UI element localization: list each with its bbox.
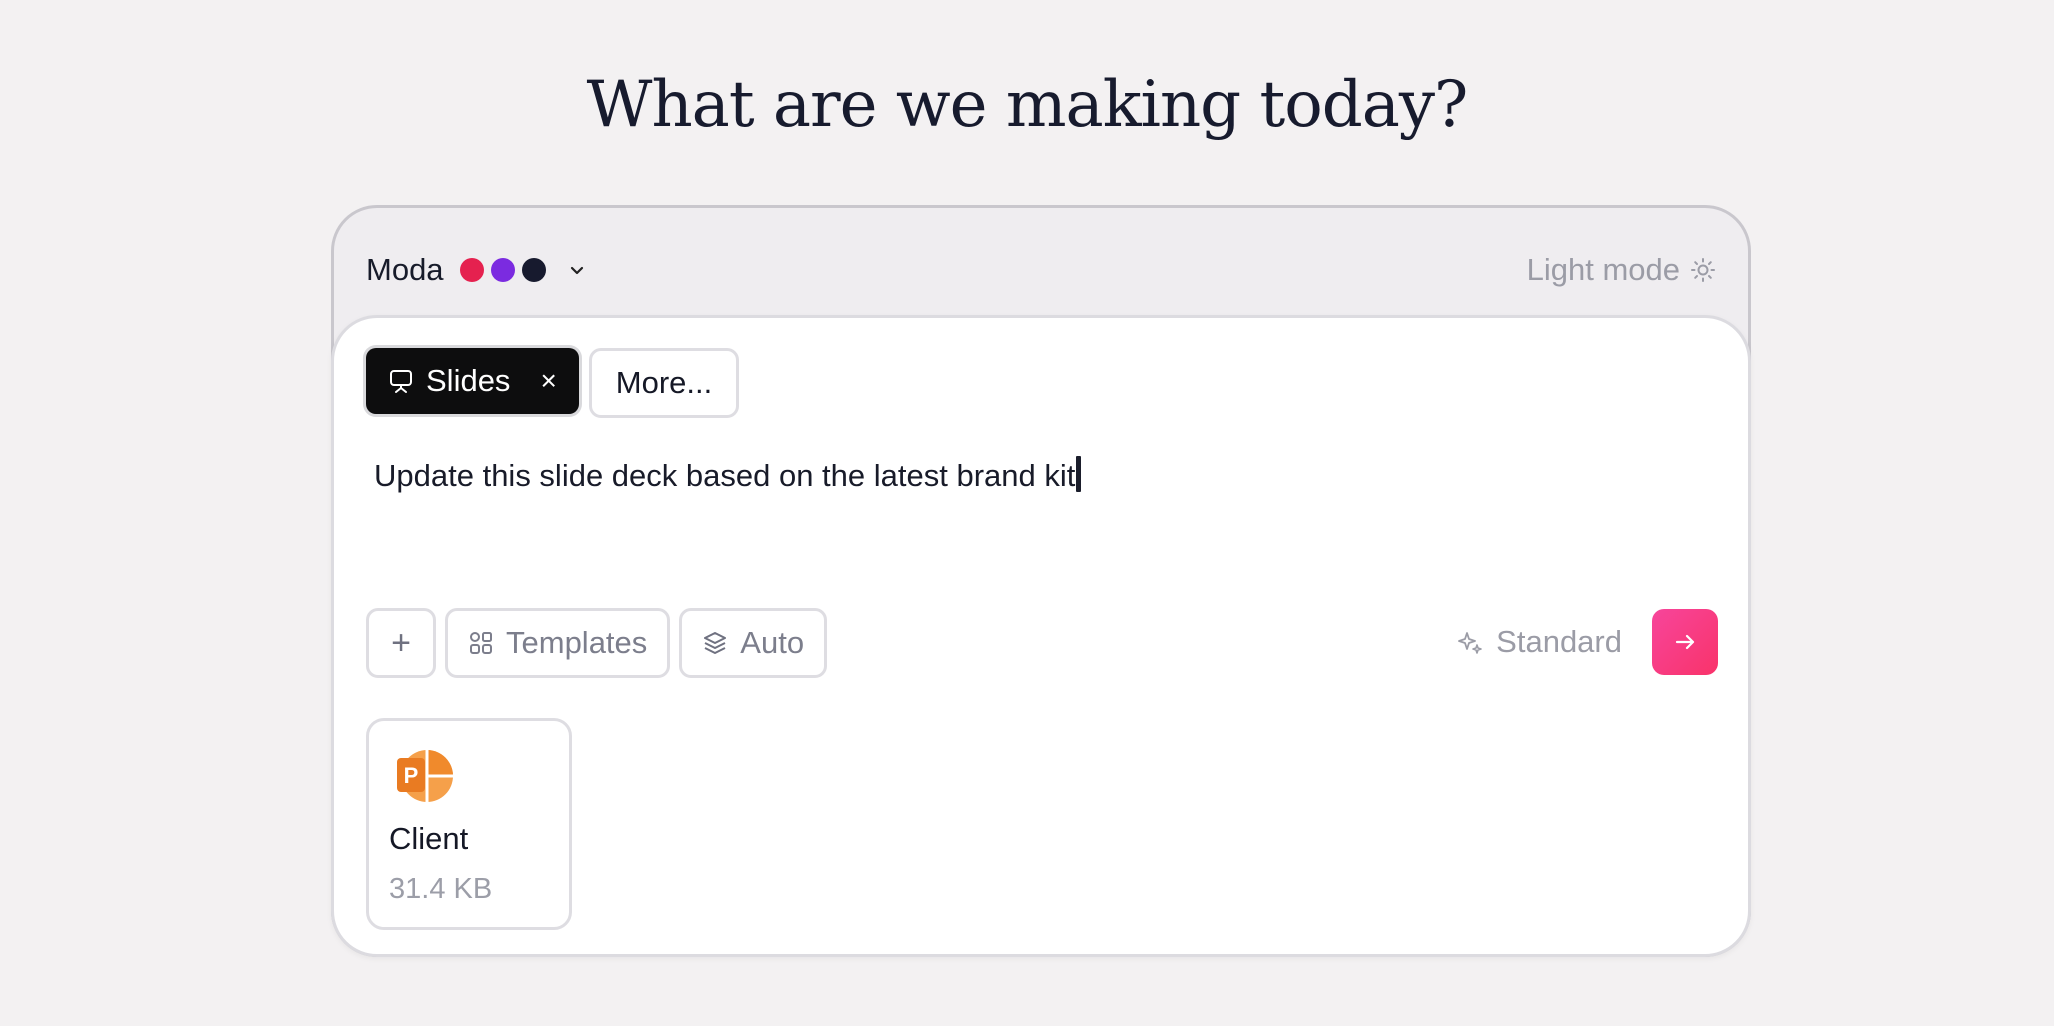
standard-label: Standard (1496, 624, 1622, 659)
light-mode-toggle[interactable]: Light mode (1527, 252, 1716, 288)
layers-icon (704, 632, 727, 654)
prompt-text: Update this slide deck based on the late… (374, 458, 1076, 493)
light-mode-label: Light mode (1526, 252, 1680, 287)
prompt-panel: Slides × More... Update this slide deck … (331, 315, 1751, 957)
mode-chips: Slides × More... (366, 348, 740, 418)
standard-quality-toggle[interactable]: Standard (1456, 624, 1622, 660)
page-title: What are we making today? (586, 68, 1469, 142)
theme-swatch-purple (490, 258, 515, 282)
more-button[interactable]: More... (588, 348, 740, 418)
composer-tools: + Templates Auto (366, 608, 828, 678)
sparkles-icon (1458, 632, 1482, 654)
theme-swatch-dark (521, 258, 546, 282)
attachment-size: 31.4 KB (389, 873, 493, 905)
theme-name[interactable]: Moda (366, 252, 444, 288)
templates-button[interactable]: Templates (445, 608, 671, 678)
svg-text:P: P (404, 763, 419, 788)
presentation-icon (390, 370, 412, 393)
send-button[interactable] (1652, 609, 1718, 675)
theme-bar: Moda Light mode (366, 244, 1716, 296)
attachment-name: Client (389, 821, 469, 856)
composer-card: Moda Light mode Slides × More... Update … (331, 205, 1751, 957)
auto-label: Auto (740, 625, 805, 660)
add-button[interactable]: + (366, 608, 436, 678)
slides-chip-label: Slides (426, 363, 511, 398)
arrow-right-icon (1675, 634, 1695, 650)
prompt-input[interactable]: Update this slide deck based on the late… (374, 456, 1082, 494)
auto-button[interactable]: Auto (679, 608, 828, 678)
submit-tools: Standard (1456, 609, 1718, 675)
remove-chip-button[interactable]: × (540, 367, 556, 395)
templates-label: Templates (506, 625, 648, 660)
text-caret (1076, 456, 1082, 492)
attachment-card[interactable]: P Client 31.4 KB (366, 718, 572, 930)
theme-swatch-red (459, 258, 484, 282)
slides-chip[interactable]: Slides × (366, 348, 579, 414)
grid-shapes-icon (470, 632, 492, 654)
chevron-down-icon[interactable] (567, 260, 587, 280)
powerpoint-icon: P (397, 750, 453, 802)
sun-icon (1691, 258, 1715, 282)
